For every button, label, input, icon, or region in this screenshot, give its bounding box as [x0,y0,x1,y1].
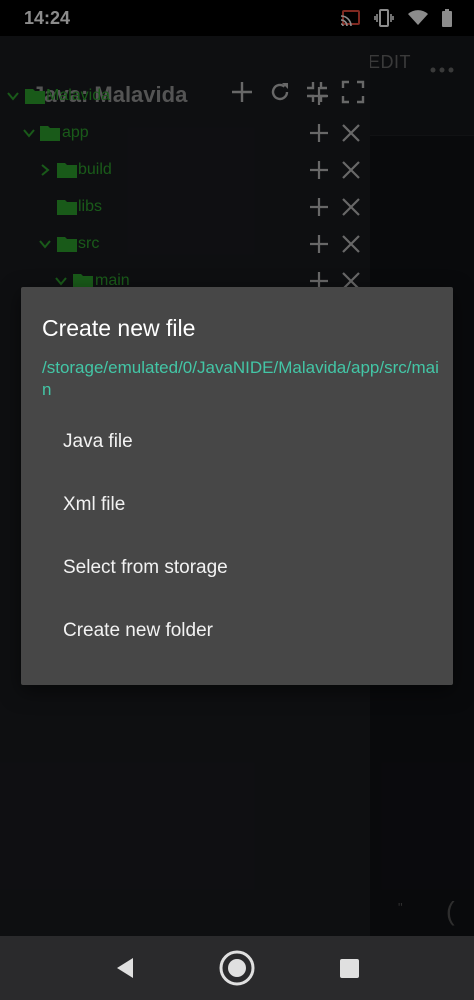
create-new-folder-option[interactable]: Create new folder [21,601,453,661]
select-from-storage-option[interactable]: Select from storage [21,538,453,598]
create-file-dialog: Create new file /storage/emulated/0/Java… [21,287,453,685]
navigation-bar [0,936,474,1000]
dialog-title: Create new file [42,315,196,341]
back-icon[interactable] [112,956,138,980]
home-icon[interactable] [217,948,257,988]
dialog-path: /storage/emulated/0/JavaNIDE/Malavida/ap… [42,358,439,399]
xml-file-option[interactable]: Xml file [21,475,453,535]
recents-icon[interactable] [338,958,360,978]
java-file-option[interactable]: Java file [21,412,453,472]
